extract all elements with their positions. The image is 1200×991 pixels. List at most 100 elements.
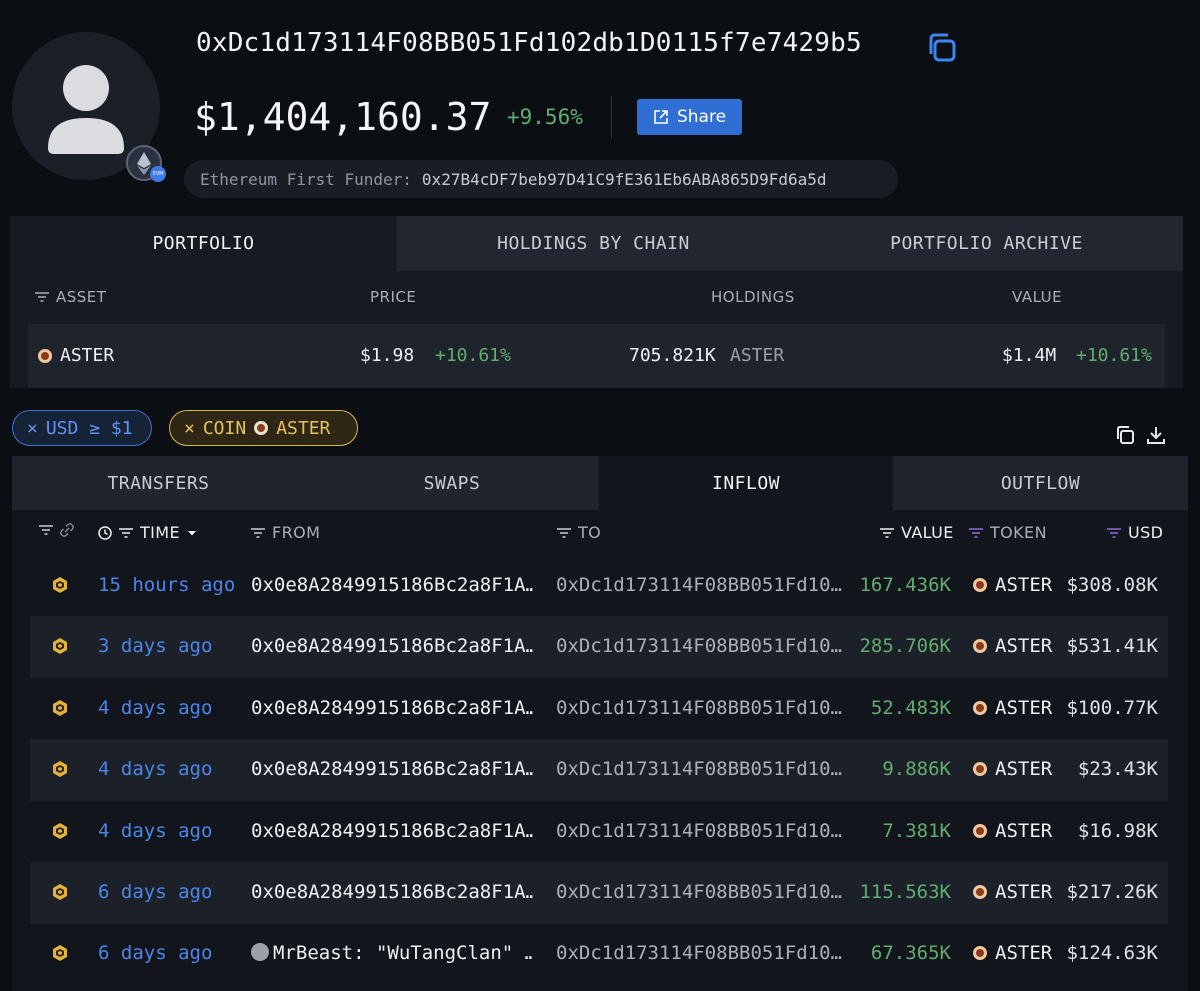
price-value: $1.98 bbox=[360, 345, 415, 366]
usd-cell: $531.41K bbox=[1066, 635, 1158, 658]
filter-icon bbox=[557, 527, 571, 538]
header-time[interactable]: TIME bbox=[98, 523, 198, 542]
tab-transfers[interactable]: TRANSFERS bbox=[12, 456, 305, 510]
header-holdings[interactable]: HOLDINGS bbox=[711, 288, 795, 306]
header-asset[interactable]: ASSET bbox=[34, 288, 106, 306]
to-cell[interactable]: 0xDc1d173114F08BB051Fd10… bbox=[556, 820, 842, 842]
share-button[interactable]: Share bbox=[637, 99, 742, 135]
time-cell[interactable]: 4 days ago bbox=[98, 758, 212, 780]
clock-icon bbox=[98, 525, 112, 540]
header-price[interactable]: PRICE bbox=[370, 288, 416, 306]
from-cell[interactable]: MrBeast: "WuTangClan" … bbox=[251, 942, 533, 964]
time-cell[interactable]: 4 days ago bbox=[98, 697, 212, 719]
bnb-chain-icon bbox=[53, 884, 67, 900]
balance-change: +9.56% bbox=[507, 105, 583, 129]
value-cell: 9.886K bbox=[882, 758, 951, 781]
funder-label: Ethereum First Funder: bbox=[200, 169, 412, 189]
tab-portfolio-archive[interactable]: PORTFOLIO ARCHIVE bbox=[790, 216, 1183, 271]
filter-chip-usd[interactable]: × USD ≥ $1 bbox=[12, 410, 152, 446]
token-cell[interactable]: ASTER bbox=[973, 697, 1052, 719]
filter-icon bbox=[119, 527, 133, 538]
to-cell[interactable]: 0xDc1d173114F08BB051Fd10… bbox=[556, 635, 842, 657]
first-funder-pill[interactable]: Ethereum First Funder: 0x27B4cDF7beb97D4… bbox=[184, 160, 898, 198]
to-cell[interactable]: 0xDc1d173114F08BB051Fd10… bbox=[556, 574, 842, 596]
transfer-tabs: TRANSFERS SWAPS INFLOW OUTFLOW bbox=[12, 456, 1188, 510]
header-from[interactable]: FROM bbox=[250, 523, 320, 542]
download-icon bbox=[1147, 427, 1165, 444]
aster-coin-icon bbox=[254, 421, 269, 435]
header-usd[interactable]: USD bbox=[1106, 523, 1163, 542]
from-cell[interactable]: 0x0e8A2849915186Bc2a8F1A… bbox=[251, 697, 533, 719]
remove-filter-icon[interactable]: × bbox=[184, 418, 195, 439]
header-value[interactable]: VALUE bbox=[879, 523, 954, 542]
funder-address[interactable]: 0x27B4cDF7beb97D41C9fE361Eb6ABA865D9Fd6a… bbox=[422, 170, 827, 189]
from-address: 0x0e8A2849915186Bc2a8F1A… bbox=[251, 881, 533, 903]
time-cell[interactable]: 6 days ago bbox=[98, 881, 212, 903]
header-token-label: TOKEN bbox=[990, 523, 1047, 542]
token-cell[interactable]: ASTER bbox=[973, 820, 1052, 842]
filter-icon bbox=[39, 525, 53, 535]
aster-coin-icon bbox=[973, 762, 987, 777]
filter-chip-coin[interactable]: × COIN ASTER bbox=[169, 410, 358, 446]
copy-address-button[interactable] bbox=[924, 30, 960, 66]
copy-table-button[interactable] bbox=[1114, 424, 1136, 446]
share-label: Share bbox=[676, 107, 727, 127]
table-row[interactable]: 3 days ago 0x0e8A2849915186Bc2a8F1A… 0xDc1… bbox=[30, 616, 1168, 679]
filter-icon bbox=[969, 527, 983, 538]
table-row[interactable]: 4 days ago 0x0e8A2849915186Bc2a8F1A… 0xDc1… bbox=[30, 801, 1168, 863]
value-cell: 67.365K bbox=[870, 942, 951, 965]
aster-coin-icon bbox=[38, 348, 52, 363]
from-cell[interactable]: 0x0e8A2849915186Bc2a8F1A… bbox=[251, 574, 533, 596]
copy-icon bbox=[1117, 426, 1134, 444]
header-token[interactable]: TOKEN bbox=[968, 523, 1047, 542]
header-to[interactable]: TO bbox=[556, 523, 601, 542]
bnb-chain-icon bbox=[53, 638, 67, 655]
time-cell[interactable]: 15 hours ago bbox=[98, 574, 235, 596]
asset-cell[interactable]: ASTER bbox=[38, 345, 114, 366]
header-filters[interactable] bbox=[38, 523, 74, 537]
time-cell[interactable]: 6 days ago bbox=[98, 942, 212, 964]
from-cell[interactable]: 0x0e8A2849915186Bc2a8F1A… bbox=[251, 635, 533, 657]
transfers-table: TRANSFERS SWAPS INFLOW OUTFLOW TIME FROM… bbox=[12, 456, 1188, 991]
download-button[interactable] bbox=[1145, 424, 1167, 446]
filter-icon bbox=[880, 527, 894, 538]
from-cell[interactable]: 0x0e8A2849915186Bc2a8F1A… bbox=[251, 758, 533, 780]
table-row[interactable]: 6 days ago 0x0e8A2849915186Bc2a8F1A… 0xDc1… bbox=[30, 862, 1168, 924]
token-cell[interactable]: ASTER bbox=[973, 942, 1052, 964]
token-name: ASTER bbox=[995, 942, 1053, 965]
to-cell[interactable]: 0xDc1d173114F08BB051Fd10… bbox=[556, 697, 842, 719]
from-cell[interactable]: 0x0e8A2849915186Bc2a8F1A… bbox=[251, 881, 533, 903]
from-cell[interactable]: 0x0e8A2849915186Bc2a8F1A… bbox=[251, 820, 533, 842]
value-cell: 167.436K bbox=[859, 574, 951, 596]
table-row[interactable]: 4 days ago 0x0e8A2849915186Bc2a8F1A… 0xDc1… bbox=[30, 739, 1168, 802]
tab-holdings-by-chain[interactable]: HOLDINGS BY CHAIN bbox=[397, 216, 790, 271]
tab-portfolio[interactable]: PORTFOLIO bbox=[10, 216, 397, 271]
tab-outflow[interactable]: OUTFLOW bbox=[893, 456, 1188, 510]
value-cell: 7.381K bbox=[882, 819, 951, 842]
table-row[interactable]: 6 days ago MrBeast: "WuTangClan" … 0xDc1d1… bbox=[30, 923, 1168, 985]
tab-swaps[interactable]: SWAPS bbox=[305, 456, 599, 510]
time-cell[interactable]: 4 days ago bbox=[98, 820, 212, 842]
to-cell[interactable]: 0xDc1d173114F08BB051Fd10… bbox=[556, 758, 842, 780]
table-row[interactable]: 15 hours ago 0x0e8A2849915186Bc2a8F1A… 0xD… bbox=[30, 555, 1168, 617]
filter-usd-label: USD ≥ $1 bbox=[45, 417, 133, 439]
header-value[interactable]: VALUE bbox=[1012, 288, 1062, 306]
token-cell[interactable]: ASTER bbox=[973, 881, 1052, 903]
token-cell[interactable]: ASTER bbox=[973, 574, 1052, 596]
filter-icon bbox=[35, 292, 49, 302]
to-cell[interactable]: 0xDc1d173114F08BB051Fd10… bbox=[556, 881, 842, 903]
token-cell[interactable]: ASTER bbox=[973, 635, 1052, 657]
token-name: ASTER bbox=[995, 819, 1053, 842]
table-row[interactable]: 4 days ago 0x0e8A2849915186Bc2a8F1A… 0xDc1… bbox=[30, 678, 1168, 740]
to-cell[interactable]: 0xDc1d173114F08BB051Fd10… bbox=[556, 942, 842, 964]
asset-name: ASTER bbox=[60, 345, 115, 366]
tab-inflow[interactable]: INFLOW bbox=[599, 456, 893, 510]
portfolio-panel: PORTFOLIO HOLDINGS BY CHAIN PORTFOLIO AR… bbox=[10, 216, 1183, 388]
token-cell[interactable]: ASTER bbox=[973, 758, 1052, 780]
remove-filter-icon[interactable]: × bbox=[27, 418, 38, 439]
time-cell[interactable]: 3 days ago bbox=[98, 635, 212, 657]
sort-down-icon bbox=[188, 530, 197, 535]
portfolio-row[interactable]: ASTER $1.98 +10.61% 705.821K ASTER $1.4M… bbox=[28, 324, 1165, 388]
usd-cell: $308.08K bbox=[1066, 574, 1158, 596]
bnb-chain-icon bbox=[53, 761, 67, 778]
